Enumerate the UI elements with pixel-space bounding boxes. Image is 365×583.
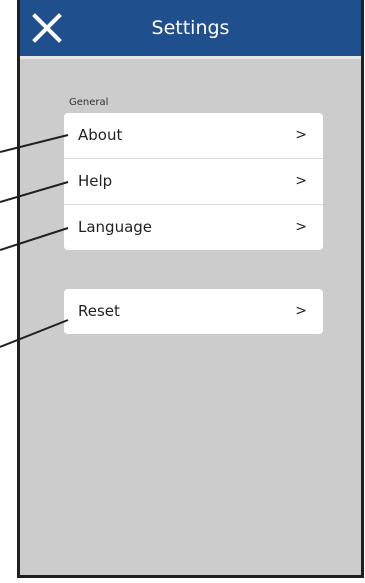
app-header: Settings bbox=[20, 0, 361, 59]
page-title: Settings bbox=[151, 17, 230, 39]
section-label-general: General bbox=[69, 97, 109, 108]
settings-item-label: Reset bbox=[78, 302, 120, 320]
settings-item-language[interactable]: Language > bbox=[64, 205, 323, 250]
settings-item-label: About bbox=[78, 126, 123, 144]
settings-item-about[interactable]: About > bbox=[64, 113, 323, 159]
page: Settings General About > Help > Language… bbox=[0, 0, 365, 583]
settings-card-reset: Reset > bbox=[64, 289, 323, 334]
chevron-right-icon: > bbox=[295, 219, 307, 235]
app-screen: Settings General About > Help > Language… bbox=[17, 0, 364, 578]
chevron-right-icon: > bbox=[295, 127, 307, 143]
settings-item-label: Help bbox=[78, 172, 113, 190]
chevron-right-icon: > bbox=[295, 173, 307, 189]
settings-item-help[interactable]: Help > bbox=[64, 159, 323, 205]
chevron-right-icon: > bbox=[295, 303, 307, 319]
settings-item-reset[interactable]: Reset > bbox=[64, 289, 323, 334]
settings-card-general: About > Help > Language > bbox=[64, 113, 323, 250]
settings-item-label: Language bbox=[78, 218, 153, 236]
